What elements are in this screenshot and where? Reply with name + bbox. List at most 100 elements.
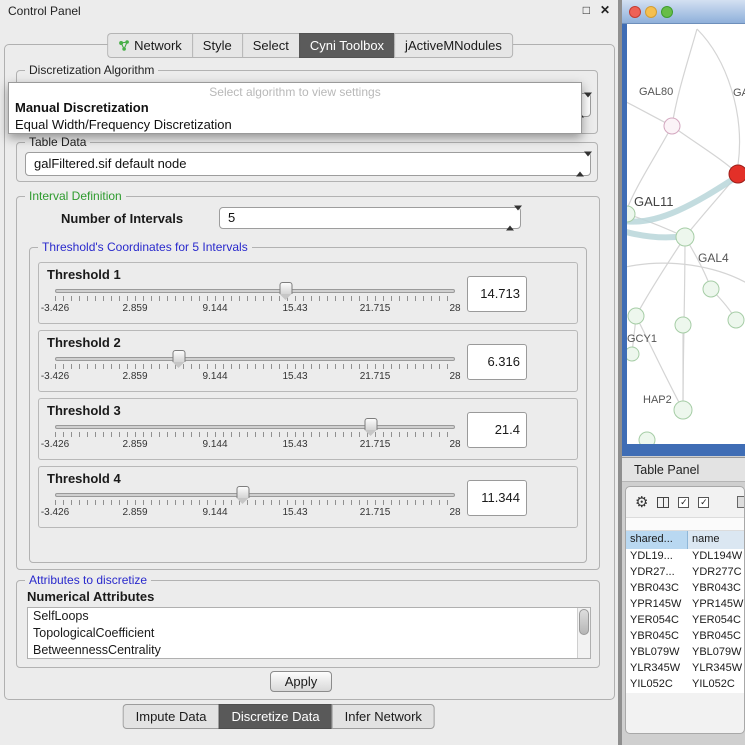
group-title: Interval Definition	[25, 189, 126, 203]
network-node[interactable]	[703, 281, 719, 297]
number-of-intervals-combobox[interactable]: 5	[219, 207, 521, 229]
threshold-2-slider[interactable]: -3.426 2.859 9.144 15.43 21.715 28	[55, 351, 455, 389]
network-node[interactable]	[676, 228, 694, 246]
scale-label: 21.715	[360, 439, 391, 450]
slider-track[interactable]	[55, 289, 455, 293]
network-node[interactable]	[628, 308, 644, 324]
cell[interactable]: YIL052C	[626, 677, 688, 693]
slider-track[interactable]	[55, 425, 455, 429]
slider-thumb[interactable]	[173, 350, 186, 362]
tab-label: Network	[134, 38, 182, 53]
table-row[interactable]: YIL052C YIL052C	[626, 677, 744, 693]
network-view[interactable]: GAL80 GA GAL11 GAL4 GCY1 HAP2	[627, 24, 745, 444]
network-window: GAL80 GA GAL11 GAL4 GCY1 HAP2	[622, 0, 745, 456]
table-data-combobox[interactable]: galFiltered.sif default node	[25, 152, 591, 176]
scale-label: 9.144	[202, 439, 227, 450]
dropdown-option-equal-width-frequency[interactable]: Equal Width/Frequency Discretization	[9, 116, 581, 133]
threshold-1-panel: Threshold 1 -3.426 2.859 9.144 15.43 21.…	[38, 262, 578, 324]
close-traffic-light[interactable]	[629, 6, 641, 18]
table-row[interactable]: YDL19... YDL194W	[626, 549, 744, 565]
scale-label: 15.43	[282, 507, 307, 518]
gear-icon[interactable]: ⚙	[635, 493, 648, 511]
table-row[interactable]: YBL079W YBL079W	[626, 645, 744, 661]
cell[interactable]: YER054C	[688, 613, 744, 629]
threshold-2-value-field[interactable]: 6.316	[467, 344, 527, 380]
list-scrollbar[interactable]	[577, 608, 590, 658]
cell[interactable]: YIL052C	[688, 677, 744, 693]
threshold-4-value-field[interactable]: 11.344	[467, 480, 527, 516]
tab-style[interactable]: Style	[192, 33, 242, 58]
cell[interactable]: YER054C	[626, 613, 688, 629]
threshold-4-slider[interactable]: -3.426 2.859 9.144 15.43 21.715 28	[55, 487, 455, 525]
slider-thumb[interactable]	[365, 418, 378, 430]
select-none-icon[interactable]: ✓	[698, 497, 709, 508]
cell[interactable]: YPR145W	[626, 597, 688, 613]
slider-thumb[interactable]	[279, 282, 292, 294]
network-node[interactable]	[675, 317, 691, 333]
slider-track[interactable]	[55, 493, 455, 497]
cell[interactable]: YLR345W	[688, 661, 744, 677]
tab-jactivemnodules[interactable]: jActiveMNodules	[394, 33, 513, 58]
table-row[interactable]: YPR145W YPR145W	[626, 597, 744, 613]
node-label-gal4: GAL4	[698, 251, 729, 265]
list-item-topologicalcoefficient[interactable]: TopologicalCoefficient	[28, 625, 590, 642]
scale-label: 21.715	[360, 303, 391, 314]
cell[interactable]: YDL194W	[688, 549, 744, 565]
network-node[interactable]	[639, 432, 655, 444]
cell[interactable]: YDR27...	[626, 565, 688, 581]
scale-label: 9.144	[202, 371, 227, 382]
network-node[interactable]	[674, 401, 692, 419]
tab-infer-network[interactable]: Infer Network	[332, 704, 435, 729]
network-node[interactable]	[728, 312, 744, 328]
table-panel: ⚙ ✓ ✓ shared... name YDL19... YDL194W YD…	[625, 486, 745, 734]
tab-cyni-toolbox[interactable]: Cyni Toolbox	[299, 33, 394, 58]
network-node[interactable]	[627, 347, 639, 361]
clipped-toolbar-icon[interactable]	[737, 496, 745, 508]
tab-discretize-data[interactable]: Discretize Data	[218, 704, 331, 729]
algorithm-dropdown-list: Select algorithm to view settings Manual…	[8, 82, 582, 134]
cell[interactable]: YBR043C	[626, 581, 688, 597]
table-row[interactable]: YBR043C YBR043C	[626, 581, 744, 597]
column-header-name[interactable]: name	[688, 531, 744, 549]
cell[interactable]: YBL079W	[626, 645, 688, 661]
threshold-1-slider[interactable]: -3.426 2.859 9.144 15.43 21.715 28	[55, 283, 455, 321]
node-label-gal11: GAL11	[634, 194, 674, 209]
threshold-3-value-field[interactable]: 21.4	[467, 412, 527, 448]
apply-button[interactable]: Apply	[270, 671, 332, 692]
dropdown-option-manual-discretization[interactable]: Manual Discretization	[9, 99, 581, 116]
cell[interactable]: YLR345W	[626, 661, 688, 677]
table-row[interactable]: YBR045C YBR045C	[626, 629, 744, 645]
list-item-betweennesscentrality[interactable]: BetweennessCentrality	[28, 642, 590, 659]
tab-select[interactable]: Select	[242, 33, 299, 58]
cell[interactable]: YBR043C	[688, 581, 744, 597]
select-all-icon[interactable]: ✓	[678, 497, 689, 508]
cell[interactable]: YPR145W	[688, 597, 744, 613]
cell[interactable]: YBR045C	[688, 629, 744, 645]
threshold-3-slider[interactable]: -3.426 2.859 9.144 15.43 21.715 28	[55, 419, 455, 457]
threshold-2-panel: Threshold 2 -3.426 2.859 9.144 15.43 21.…	[38, 330, 578, 392]
cell[interactable]: YDR277C	[688, 565, 744, 581]
table-row[interactable]: YER054C YER054C	[626, 613, 744, 629]
slider-track[interactable]	[55, 357, 455, 361]
tab-network[interactable]: Network	[107, 33, 192, 58]
zoom-traffic-light[interactable]	[661, 6, 673, 18]
minimize-traffic-light[interactable]	[645, 6, 657, 18]
selected-network-node[interactable]	[729, 165, 745, 183]
table-row[interactable]: YLR345W YLR345W	[626, 661, 744, 677]
float-window-icon[interactable]: □	[583, 3, 590, 17]
cell[interactable]: YBL079W	[688, 645, 744, 661]
close-icon[interactable]: ✕	[600, 3, 610, 17]
slider-thumb[interactable]	[237, 486, 250, 498]
threshold-1-value-field[interactable]: 14.713	[467, 276, 527, 312]
tab-impute-data[interactable]: Impute Data	[123, 704, 219, 729]
combo-stepper-icon[interactable]	[506, 211, 515, 226]
combo-stepper-icon[interactable]	[576, 157, 585, 172]
network-node[interactable]	[664, 118, 680, 134]
column-header-shared-name[interactable]: shared...	[626, 531, 688, 549]
scrollbar-thumb[interactable]	[579, 609, 589, 635]
list-item-selfloops[interactable]: SelfLoops	[28, 608, 590, 625]
columns-icon[interactable]	[657, 497, 669, 508]
cell[interactable]: YDL19...	[626, 549, 688, 565]
table-row[interactable]: YDR27... YDR277C	[626, 565, 744, 581]
cell[interactable]: YBR045C	[626, 629, 688, 645]
